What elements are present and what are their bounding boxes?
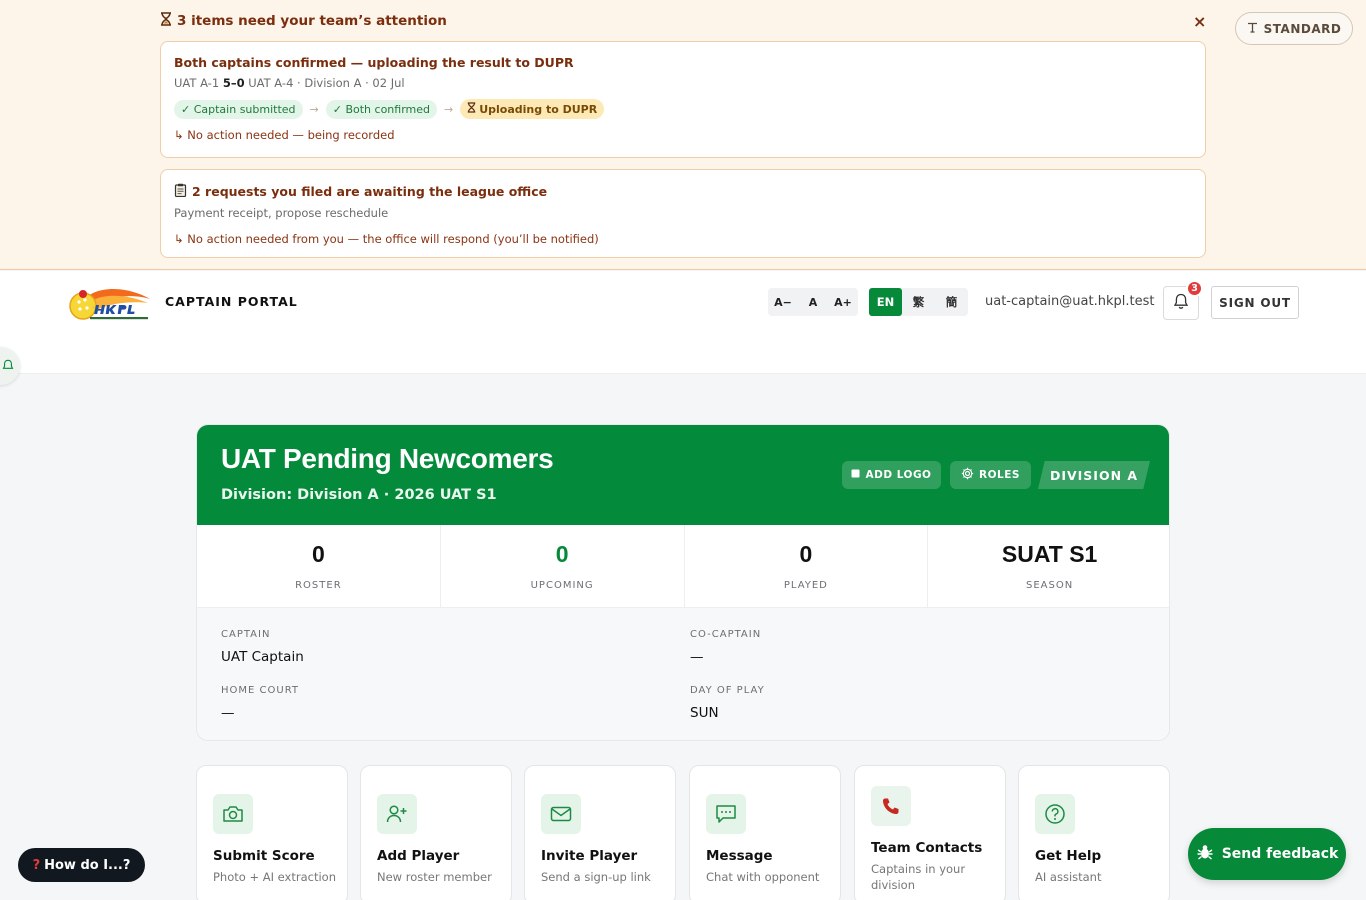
arrow-icon: →	[309, 102, 319, 116]
top-header: CAPTAIN PORTAL A− A A+ EN 繁 簡 uat-captai…	[0, 271, 1366, 374]
get-help-card[interactable]: Get Help AI assistant	[1018, 765, 1170, 900]
lang-simplified-button[interactable]: 簡	[935, 288, 968, 316]
hourglass-icon	[467, 102, 476, 116]
card-note: ↳ No action needed — being recorded	[174, 128, 395, 142]
detail-home-court: HOME COURT —	[221, 685, 300, 721]
clipboard-icon	[174, 183, 187, 200]
division-tag: DIVISION A	[1038, 461, 1150, 489]
gear-icon	[961, 467, 974, 483]
invite-player-card[interactable]: Invite Player Send a sign-up link	[524, 765, 676, 900]
detail-captain: CAPTAIN UAT Captain	[221, 629, 304, 665]
text-size-icon	[1247, 22, 1258, 36]
bell-icon	[2, 357, 14, 376]
portal-title: CAPTAIN PORTAL	[165, 294, 298, 309]
detail-day-of-play: DAY OF PLAY SUN	[690, 685, 765, 721]
notification-count-badge: 3	[1186, 280, 1203, 297]
language-switcher: EN 繁 簡	[869, 288, 968, 316]
arrow-icon: →	[444, 102, 454, 116]
detail-co-captain: CO-CAPTAIN —	[690, 629, 762, 665]
team-hero: UAT Pending Newcomers Division: Division…	[197, 425, 1169, 525]
question-icon: ?	[32, 857, 41, 873]
lang-en-button[interactable]: EN	[869, 288, 902, 316]
progress-steps: ✓ Captain submitted → ✓ Both confirmed →…	[174, 99, 1192, 119]
team-contacts-card[interactable]: Team Contacts Captains in your division	[854, 765, 1006, 900]
phone-icon	[871, 786, 911, 826]
sign-out-button[interactable]: SIGN OUT	[1211, 286, 1299, 319]
team-details: CAPTAIN UAT Captain CO-CAPTAIN — HOME CO…	[197, 608, 1169, 740]
mail-icon	[541, 794, 581, 834]
card-title: Both captains confirmed — uploading the …	[174, 55, 574, 70]
send-feedback-button[interactable]: Send feedback	[1188, 828, 1346, 880]
close-icon[interactable]: ×	[1193, 12, 1206, 31]
hkpl-logo	[68, 283, 152, 323]
team-name: UAT Pending Newcomers	[221, 443, 554, 474]
stat-upcoming: 0 UPCOMING	[441, 525, 685, 607]
attention-banner: 3 items need your team’s attention × Bot…	[0, 0, 1366, 270]
font-normal-button[interactable]: A	[798, 288, 828, 316]
stat-played: 0 PLAYED	[685, 525, 929, 607]
team-subtitle: Division: Division A · 2026 UAT S1	[221, 487, 497, 503]
submit-score-card[interactable]: Submit Score Photo + AI extraction	[196, 765, 348, 900]
card-note: ↳ No action needed from you — the office…	[174, 232, 599, 246]
standard-mode-button[interactable]: STANDARD	[1235, 12, 1353, 45]
font-larger-button[interactable]: A+	[828, 288, 858, 316]
step-captain-submitted: ✓ Captain submitted	[174, 99, 303, 119]
attention-card-result: Both captains confirmed — uploading the …	[160, 41, 1206, 158]
attention-card-requests: 2 requests you filed are awaiting the le…	[160, 169, 1206, 258]
user-email: uat-captain@uat.hkpl.test	[985, 294, 1155, 309]
team-stats: 0 ROSTER 0 UPCOMING 0 PLAYED SUAT S1 SEA…	[197, 525, 1169, 608]
team-card: UAT Pending Newcomers Division: Division…	[196, 424, 1170, 741]
stat-season: SUAT S1 SEASON	[1001, 541, 1098, 591]
chat-icon	[706, 794, 746, 834]
camera-icon	[213, 794, 253, 834]
roles-button[interactable]: ROLES	[950, 461, 1031, 489]
add-logo-button[interactable]: ADD LOGO	[842, 461, 941, 489]
banner-title: 3 items need your team’s attention	[160, 12, 447, 30]
help-icon	[1035, 794, 1075, 834]
font-smaller-button[interactable]: A−	[768, 288, 798, 316]
step-uploading: Uploading to DUPR	[460, 99, 605, 119]
match-score: 5–0	[222, 76, 245, 90]
how-do-i-button[interactable]: ? How do I...?	[18, 848, 145, 882]
lang-traditional-button[interactable]: 繁	[902, 288, 935, 316]
bell-icon	[1173, 293, 1189, 314]
message-card[interactable]: Message Chat with opponent	[689, 765, 841, 900]
font-size-controls: A− A A+	[768, 288, 858, 316]
card-title: 2 requests you filed are awaiting the le…	[174, 183, 1192, 200]
add-player-card[interactable]: Add Player New roster member	[360, 765, 512, 900]
bug-icon	[1196, 843, 1214, 865]
hourglass-icon	[160, 12, 172, 30]
match-summary: UAT A-1 5–0 UAT A-4 · Division A · 02 Ju…	[174, 76, 405, 90]
step-both-confirmed: ✓ Both confirmed	[325, 99, 437, 119]
user-plus-icon	[377, 794, 417, 834]
card-subtitle: Payment receipt, propose reschedule	[174, 206, 389, 220]
stat-roster: 0 ROSTER	[197, 525, 441, 607]
image-icon	[851, 469, 860, 481]
